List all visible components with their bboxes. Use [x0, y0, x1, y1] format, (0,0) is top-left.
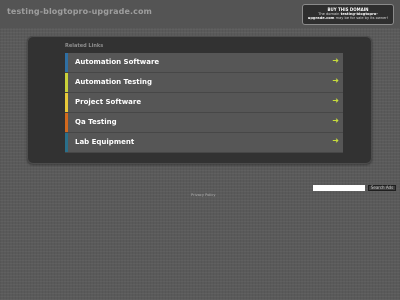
buy-domain-text-suffix: may be for sale by its owner!: [334, 16, 389, 21]
arrow-right-icon: ➜: [332, 116, 339, 125]
related-link-lab-equipment[interactable]: Lab Equipment ➜: [65, 133, 343, 152]
related-link-label: Lab Equipment: [75, 138, 135, 146]
related-link-project-software[interactable]: Project Software ➜: [65, 93, 343, 112]
arrow-right-icon: ➜: [332, 96, 339, 105]
related-link-label: Automation Software: [75, 58, 160, 66]
domain-title: testing-blogtopro-upgrade.com: [7, 7, 152, 16]
privacy-policy-link[interactable]: Privacy Policy: [191, 193, 216, 197]
related-links-title: Related Links: [65, 43, 104, 49]
arrow-right-icon: ➜: [332, 136, 339, 145]
header-bar: testing-blogtopro-upgrade.com BUY THIS D…: [0, 0, 400, 28]
buy-domain-text: The domain testing-blogtopro-upgrade.com…: [303, 12, 393, 21]
related-link-qa-testing[interactable]: Qa Testing ➜: [65, 113, 343, 132]
arrow-right-icon: ➜: [332, 76, 339, 85]
search-input[interactable]: [313, 185, 365, 191]
related-links-panel: Related Links Automation Software ➜ Auto…: [27, 36, 372, 164]
related-link-automation-testing[interactable]: Automation Testing ➜: [65, 73, 343, 92]
related-link-label: Project Software: [75, 98, 142, 106]
related-link-label: Automation Testing: [75, 78, 153, 86]
buy-domain-text-prefix: The domain: [318, 12, 341, 16]
arrow-right-icon: ➜: [332, 56, 339, 65]
buy-domain-box[interactable]: BUY THIS DOMAIN The domain testing-blogt…: [302, 4, 394, 25]
search-ads-button[interactable]: Search Ads: [368, 185, 396, 191]
related-links-list: Automation Software ➜ Automation Testing…: [65, 53, 343, 153]
related-link-automation-software[interactable]: Automation Software ➜: [65, 53, 343, 72]
related-link-label: Qa Testing: [75, 118, 117, 126]
